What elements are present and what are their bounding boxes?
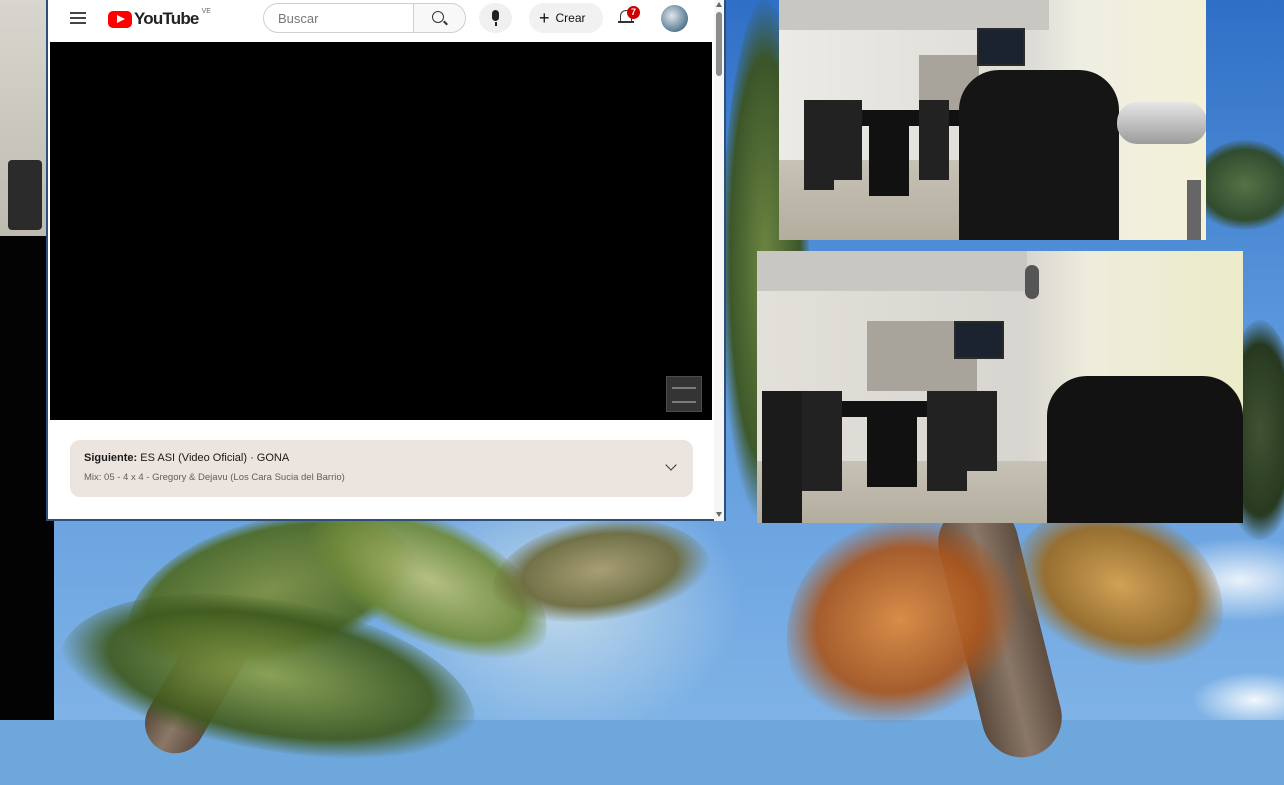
channel-watermark[interactable]	[666, 376, 702, 412]
wall-tv	[977, 28, 1025, 66]
camera-feed-2[interactable]	[757, 251, 1243, 523]
youtube-logo-icon	[108, 10, 132, 28]
chair	[919, 100, 949, 180]
scroll-thumb[interactable]	[716, 12, 722, 76]
office-chair	[959, 70, 1119, 240]
chair	[804, 100, 834, 190]
office-chair	[1047, 376, 1243, 523]
up-next-card[interactable]: Siguiente: ES ASI (Video Oficial) · GONA…	[70, 440, 693, 497]
avatar[interactable]	[661, 5, 688, 32]
scroll-down-arrow[interactable]	[716, 512, 722, 517]
video-player[interactable]	[50, 42, 712, 420]
youtube-logo[interactable]: YouTube VE	[108, 7, 211, 29]
voice-search-button[interactable]	[479, 3, 512, 33]
up-next-title: ES ASI (Video Oficial) · GONA	[140, 452, 290, 464]
youtube-header: YouTube VE Buscar + Crear 7	[48, 0, 714, 40]
chevron-down-icon[interactable]	[665, 459, 677, 471]
youtube-window: YouTube VE Buscar + Crear 7 Siguiente: ES…	[46, 0, 726, 521]
wall-tv	[954, 321, 1004, 359]
chair	[834, 100, 862, 180]
notification-badge: 7	[627, 6, 640, 19]
chair	[802, 391, 842, 491]
background-window-edge	[0, 0, 46, 236]
search-icon	[432, 11, 444, 23]
palm-frond	[484, 505, 716, 635]
up-next-title-line: Siguiente: ES ASI (Video Oficial) · GONA	[84, 452, 289, 464]
create-button[interactable]: + Crear	[529, 3, 603, 33]
camera-feed-1[interactable]	[779, 0, 1206, 240]
chair	[927, 391, 967, 491]
up-next-prefix: Siguiente:	[84, 452, 138, 464]
scrollbar[interactable]	[714, 0, 724, 521]
create-label: Crear	[555, 11, 586, 25]
menu-icon[interactable]	[70, 12, 86, 24]
search-input[interactable]: Buscar	[263, 3, 413, 33]
microphone	[1117, 102, 1206, 144]
mic-icon	[492, 10, 499, 21]
scroll-up-arrow[interactable]	[716, 2, 722, 7]
search-placeholder: Buscar	[278, 11, 319, 26]
chair	[762, 391, 802, 523]
chair	[967, 391, 997, 471]
youtube-logo-text: YouTube	[134, 9, 199, 28]
search-button[interactable]	[413, 3, 466, 33]
country-code: VE	[201, 7, 211, 15]
plus-icon: +	[539, 8, 550, 28]
conference-table	[849, 110, 969, 126]
up-next-subtitle: Mix: 05 - 4 x 4 - Gregory & Dejavu (Los …	[84, 472, 345, 483]
chair	[8, 160, 42, 230]
wall-clock	[1025, 265, 1039, 299]
